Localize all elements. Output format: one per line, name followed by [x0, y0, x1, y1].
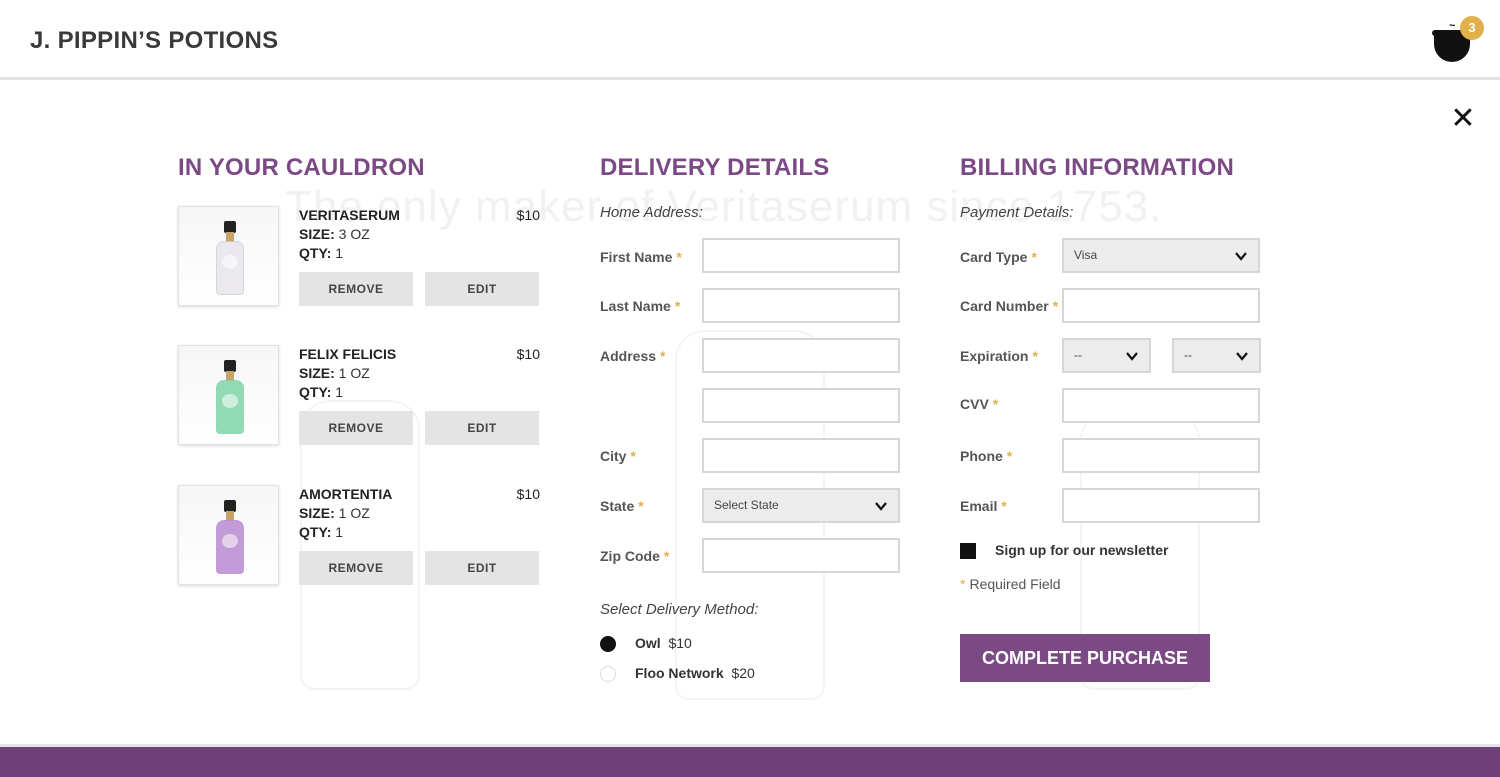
- state-label: State *: [600, 498, 644, 514]
- expiration-month-value: --: [1074, 348, 1082, 362]
- potion-bottle-image: [216, 221, 244, 295]
- brand-logo[interactable]: J. PIPPIN’S POTIONS: [30, 27, 278, 55]
- first-name-label: First Name *: [600, 249, 682, 265]
- phone-label: Phone *: [960, 448, 1013, 464]
- remove-button[interactable]: REMOVE: [299, 411, 413, 445]
- delivery-section-title: DELIVERY DETAILS: [600, 154, 830, 181]
- item-price: $10: [516, 207, 540, 223]
- floo-network-radio-label[interactable]: Floo Network $20: [635, 665, 755, 681]
- site-footer: [0, 744, 1500, 777]
- item-size: SIZE: 1 OZ: [299, 365, 370, 381]
- billing-section-title: BILLING INFORMATION: [960, 154, 1234, 181]
- expiration-label: Expiration *: [960, 348, 1038, 364]
- chevron-down-icon: [1235, 252, 1247, 261]
- product-thumbnail[interactable]: [178, 485, 279, 585]
- item-qty: QTY: 1: [299, 245, 344, 261]
- address-label: Address *: [600, 348, 666, 364]
- item-qty: QTY: 1: [299, 384, 344, 400]
- item-price: $10: [516, 486, 540, 502]
- card-number-label: Card Number *: [960, 298, 1059, 314]
- card-number-input[interactable]: [1062, 288, 1260, 323]
- item-name: FELIX FELICIS: [299, 346, 397, 362]
- state-select-value: Select State: [714, 498, 779, 512]
- chevron-down-icon: [1126, 352, 1138, 361]
- item-name: VERITASERUM: [299, 207, 400, 223]
- zip-input[interactable]: [702, 538, 900, 573]
- cart-count-badge: 3: [1460, 16, 1484, 40]
- state-select[interactable]: Select State: [702, 488, 900, 523]
- first-name-input[interactable]: [702, 238, 900, 273]
- email-input[interactable]: [1062, 488, 1260, 523]
- delivery-method-label: Select Delivery Method:: [600, 601, 759, 618]
- item-size: SIZE: 1 OZ: [299, 505, 370, 521]
- email-label: Email *: [960, 498, 1007, 514]
- edit-button[interactable]: EDIT: [425, 551, 539, 585]
- expiration-month-select[interactable]: --: [1062, 338, 1151, 373]
- cvv-label: CVV *: [960, 396, 999, 412]
- item-qty: QTY: 1: [299, 524, 344, 540]
- complete-purchase-button[interactable]: COMPLETE PURCHASE: [960, 634, 1210, 682]
- newsletter-checkbox[interactable]: [960, 543, 976, 559]
- address-line2-input[interactable]: [702, 388, 900, 423]
- edit-button[interactable]: EDIT: [425, 272, 539, 306]
- city-input[interactable]: [702, 438, 900, 473]
- required-field-note: * Required Field: [960, 576, 1061, 592]
- owl-radio[interactable]: [600, 636, 616, 652]
- zip-label: Zip Code *: [600, 548, 670, 564]
- city-label: City *: [600, 448, 636, 464]
- cart-section-title: IN YOUR CAULDRON: [178, 154, 425, 181]
- item-price: $10: [516, 346, 540, 362]
- phone-input[interactable]: [1062, 438, 1260, 473]
- site-header: J. PIPPIN’S POTIONS ~ 3: [0, 0, 1500, 80]
- potion-bottle-image: [216, 500, 244, 574]
- remove-button[interactable]: REMOVE: [299, 272, 413, 306]
- address-line1-input[interactable]: [702, 338, 900, 373]
- expiration-year-select[interactable]: --: [1172, 338, 1261, 373]
- last-name-input[interactable]: [702, 288, 900, 323]
- floo-network-radio[interactable]: [600, 666, 616, 682]
- card-type-label: Card Type *: [960, 249, 1037, 265]
- product-thumbnail[interactable]: [178, 206, 279, 306]
- last-name-label: Last Name *: [600, 298, 681, 314]
- cart-item: VERITASERUM $10 SIZE: 3 OZ QTY: 1 REMOVE…: [178, 206, 540, 306]
- home-address-label: Home Address:: [600, 204, 703, 221]
- newsletter-label[interactable]: Sign up for our newsletter: [995, 542, 1168, 558]
- close-icon[interactable]: ✕: [1450, 104, 1476, 134]
- item-name: AMORTENTIA: [299, 486, 393, 502]
- item-size: SIZE: 3 OZ: [299, 226, 370, 242]
- expiration-year-value: --: [1184, 348, 1192, 362]
- edit-button[interactable]: EDIT: [425, 411, 539, 445]
- product-thumbnail[interactable]: [178, 345, 279, 445]
- remove-button[interactable]: REMOVE: [299, 551, 413, 585]
- owl-radio-label[interactable]: Owl $10: [635, 635, 692, 651]
- cauldron-cart-icon[interactable]: ~ 3: [1430, 16, 1484, 68]
- cart-item: FELIX FELICIS $10 SIZE: 1 OZ QTY: 1 REMO…: [178, 345, 540, 445]
- cart-item: AMORTENTIA $10 SIZE: 1 OZ QTY: 1 REMOVE …: [178, 485, 540, 585]
- chevron-down-icon: [1236, 352, 1248, 361]
- card-type-value: Visa: [1074, 248, 1098, 262]
- payment-details-label: Payment Details:: [960, 204, 1074, 221]
- chevron-down-icon: [875, 502, 887, 511]
- card-type-select[interactable]: Visa: [1062, 238, 1260, 273]
- cvv-input[interactable]: [1062, 388, 1260, 423]
- potion-bottle-image: [216, 360, 244, 434]
